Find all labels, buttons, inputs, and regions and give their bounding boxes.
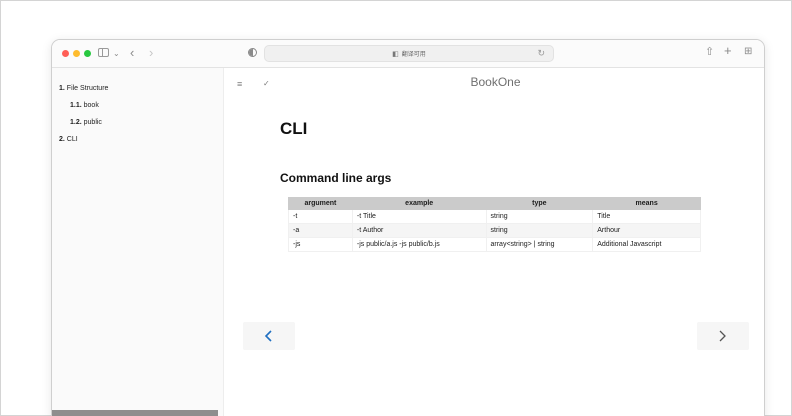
table-row: -js -js public/a.js -js public/b.js arra… <box>288 237 701 252</box>
toc-item-public[interactable]: 1.2. public <box>70 119 102 126</box>
table-row: -t -t Title string Title <box>288 209 701 224</box>
toc-sidebar: 1. File Structure 1.1. book 1.2. public … <box>52 68 224 416</box>
toc-label: book <box>83 102 99 109</box>
sidebar-scrollbar[interactable] <box>52 410 218 416</box>
toc-label: File Structure <box>66 85 109 92</box>
table-cell: Additional Javascript <box>592 237 701 252</box>
address-bar[interactable]: ◧ 翻译可用 ↻ <box>264 45 554 62</box>
browser-toolbar: ⌄ ‹ › ◧ 翻译可用 ↻ ⇧ + ⊞ <box>52 40 764 68</box>
command-args-table: argument example type means -t -t Title … <box>288 197 701 252</box>
minimize-window-button[interactable] <box>73 50 80 57</box>
book-title: BookOne <box>470 75 521 89</box>
screen-frame: ⌄ ‹ › ◧ 翻译可用 ↻ ⇧ + ⊞ 1. File Structure 1.… <box>0 0 792 416</box>
toc-number: 2. <box>59 136 65 143</box>
table-cell: -t Title <box>351 209 487 224</box>
table-cell: string <box>485 209 594 224</box>
address-bar-text: ◧ 翻译可用 <box>265 49 553 58</box>
toc-item-file-structure[interactable]: 1. File Structure <box>59 85 108 92</box>
table-row: -a -t Author string Arthour <box>288 223 701 238</box>
table-cell: -t Author <box>351 223 487 238</box>
browser-window: ⌄ ‹ › ◧ 翻译可用 ↻ ⇧ + ⊞ 1. File Structure 1.… <box>51 39 765 416</box>
back-arrow-icon[interactable]: ‹ <box>130 46 134 59</box>
table-header-cell: type <box>485 197 594 210</box>
reload-icon[interactable]: ↻ <box>537 48 545 59</box>
previous-chapter-button[interactable] <box>243 322 295 350</box>
toc-item-cli[interactable]: 2. CLI <box>59 136 78 143</box>
translate-available-label: 翻译可用 <box>401 52 426 58</box>
table-cell: -js <box>288 237 353 252</box>
toc-number: 1.2. <box>70 119 82 126</box>
toc-label: public <box>83 119 102 126</box>
table-cell: -a <box>288 223 353 238</box>
table-header-row: argument example type means <box>288 197 701 210</box>
table-cell: string <box>485 223 594 238</box>
plus-icon[interactable]: + <box>724 44 732 57</box>
page-heading: CLI <box>280 119 308 138</box>
translate-icon[interactable]: ◧ <box>392 50 399 58</box>
toc-label: CLI <box>66 136 78 143</box>
forward-arrow-icon[interactable]: › <box>149 46 153 59</box>
section-heading: Command line args <box>280 171 392 185</box>
table-cell: -js public/a.js -js public/b.js <box>351 237 487 252</box>
toc-number: 1. <box>59 85 65 92</box>
sidebar-toggle-icon[interactable] <box>98 48 109 57</box>
table-header-cell: argument <box>288 197 353 210</box>
zoom-window-button[interactable] <box>84 50 91 57</box>
table-header-cell: example <box>351 197 487 210</box>
tab-overview-icon[interactable]: ⊞ <box>744 46 752 58</box>
chevron-left-icon <box>264 330 272 342</box>
share-icon[interactable]: ⇧ <box>705 46 714 58</box>
table-cell: Title <box>592 209 701 224</box>
privacy-shield-icon[interactable] <box>248 48 257 57</box>
table-header-cell: means <box>592 197 701 210</box>
toc-number: 1.1. <box>70 102 82 109</box>
table-cell: -t <box>288 209 353 224</box>
next-chapter-button[interactable] <box>697 322 749 350</box>
table-cell: array<string> | string <box>485 237 594 252</box>
chevron-right-icon <box>719 330 726 342</box>
toc-item-book[interactable]: 1.1. book <box>70 102 99 109</box>
table-cell: Arthour <box>592 223 701 238</box>
chevron-down-icon[interactable]: ⌄ <box>113 48 120 60</box>
page-content: ≡ ✓ BookOne CLI Command line args argume… <box>225 68 764 416</box>
close-window-button[interactable] <box>62 50 69 57</box>
